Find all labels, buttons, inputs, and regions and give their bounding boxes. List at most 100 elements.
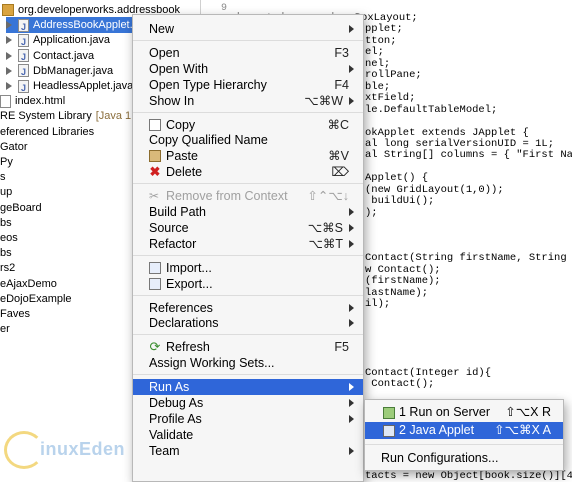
explorer-item-label: rs2 [0, 262, 16, 275]
menu-item-debug-as[interactable]: Debug As [133, 395, 363, 411]
menu-item-team[interactable]: Team [133, 443, 363, 459]
explorer-item[interactable]: Application.java [6, 32, 111, 50]
explorer-item-label: Contact.java [33, 49, 95, 62]
submenu-arrow-icon [349, 446, 354, 455]
submenu-item-1-run-on-server[interactable]: 1 Run on Server ⇧⌥X R [365, 404, 563, 421]
explorer-item-label: index.html [15, 95, 66, 108]
menu-item-assign-working-sets[interactable]: Assign Working Sets... [133, 355, 363, 371]
menu-item-open[interactable]: Open F3 [133, 45, 363, 61]
refresh-icon: ⟳ [149, 339, 161, 355]
menu-item-export[interactable]: Export... [133, 276, 363, 292]
submenu-item-2-java-applet[interactable]: 2 Java Applet ⇧⌥⌘X A [365, 422, 563, 439]
expand-twisty-icon[interactable] [6, 51, 12, 60]
submenu-arrow-icon [349, 223, 354, 232]
submenu-arrow-icon [349, 208, 354, 216]
menu-item-refactor[interactable]: Refactor ⌥⌘T [133, 236, 363, 252]
menu-item-label: Assign Working Sets... [149, 356, 275, 371]
menu-item-shortcut: ⇧⌃⌥↓ [307, 189, 349, 204]
explorer-item[interactable]: er [0, 321, 10, 337]
code-line: lastName); [365, 286, 429, 299]
explorer-item-label: RE System Library [0, 110, 92, 123]
explorer-item-label: bs [0, 247, 12, 260]
menu-item-references[interactable]: References [133, 300, 363, 316]
explorer-item[interactable]: Gator [0, 139, 28, 155]
menu-item-profile-as[interactable]: Profile As [133, 411, 363, 427]
expand-twisty-icon[interactable] [6, 36, 12, 45]
explorer-item[interactable]: bs [0, 215, 12, 231]
code-line: el; [365, 46, 384, 59]
explorer-item[interactable]: eos [0, 230, 18, 246]
menu-item-label: New [149, 22, 175, 36]
menu-item-delete[interactable]: ✖ Delete ⌦ [133, 164, 363, 180]
menu-item-label: Refactor [149, 236, 197, 251]
submenu-item-shortcut: ⇧⌥⌘X A [494, 423, 551, 437]
explorer-item[interactable]: HeadlessApplet.java [6, 78, 134, 96]
explorer-item-label: er [0, 323, 10, 336]
menu-separator [133, 254, 363, 256]
package-icon [2, 4, 14, 16]
menu-item-validate[interactable]: Validate [133, 427, 363, 443]
java-file-icon [18, 33, 29, 50]
remove-icon: ✂ [149, 189, 160, 204]
context-menu: New Open F3 Open With Open Type Hierarchy F4 S… [132, 14, 364, 482]
menu-item-open-type-hierarchy[interactable]: Open Type Hierarchy F4 [133, 77, 363, 93]
menu-item-import[interactable]: Import... [133, 260, 363, 276]
copy-icon [149, 118, 161, 131]
explorer-item[interactable]: Py [0, 154, 13, 170]
menu-item-copy-qualified-name[interactable]: Copy Qualified Name [133, 132, 363, 148]
run-as-submenu: 1 Run on Server ⇧⌥X R 2 Java Applet ⇧⌥⌘X A R… [364, 399, 564, 471]
submenu-item-label: 2 Java Applet [399, 423, 475, 437]
expand-twisty-icon[interactable] [6, 82, 12, 90]
explorer-item[interactable]: RE System Library [Java 1.6] [0, 108, 143, 124]
submenu-arrow-icon [349, 303, 354, 312]
code-line: tton; [365, 34, 397, 47]
explorer-item[interactable]: Contact.java [6, 48, 95, 65]
explorer-item[interactable]: geBoard [0, 200, 42, 216]
menu-item-paste[interactable]: Paste ⌘V [133, 148, 363, 164]
menu-item-source[interactable]: Source ⌥⌘S [133, 220, 363, 236]
menu-item-shortcut: ⌥⌘W [304, 93, 343, 108]
menu-item-shortcut: F5 [334, 340, 349, 355]
menu-item-new[interactable]: New [133, 21, 363, 37]
expand-twisty-icon[interactable] [6, 21, 12, 30]
menu-item-remove-from-context: ✂ Remove from Context ⇧⌃⌥↓ [133, 188, 363, 204]
expand-twisty-icon[interactable] [6, 66, 12, 75]
menu-item-label: Copy [166, 117, 196, 132]
explorer-item-label: HeadlessApplet.java [33, 80, 134, 92]
menu-item-refresh[interactable]: ⟳ Refresh F5 [133, 339, 363, 355]
submenu-item-shortcut: ⇧⌥X R [505, 405, 551, 419]
menu-item-label: Build Path [149, 205, 206, 219]
submenu-arrow-icon [349, 239, 354, 248]
menu-separator [133, 334, 363, 336]
menu-item-open-with[interactable]: Open With [133, 61, 363, 77]
menu-item-label: Remove from Context [166, 189, 288, 204]
explorer-item[interactable]: eferenced Libraries [0, 124, 94, 140]
explorer-item[interactable]: s [0, 169, 6, 185]
menu-item-shortcut: ⌦ [331, 165, 349, 180]
menu-item-run-as[interactable]: Run As [133, 379, 363, 396]
explorer-item[interactable]: DbManager.java [6, 63, 113, 80]
menu-item-copy[interactable]: Copy ⌘C [133, 117, 363, 133]
explorer-item[interactable]: eAjaxDemo [0, 276, 57, 292]
menu-item-label: Paste [166, 149, 198, 164]
submenu-arrow-icon [349, 399, 354, 407]
explorer-item-label: Application.java [33, 34, 111, 47]
menu-item-declarations[interactable]: Declarations [133, 315, 363, 331]
code-line: Contact(); [365, 378, 435, 391]
explorer-item[interactable]: Faves [0, 306, 30, 322]
menu-item-shortcut: ⌘V [328, 149, 349, 164]
submenu-item-run-configurations[interactable]: Run Configurations... [365, 450, 563, 467]
menu-item-show-in[interactable]: Show In ⌥⌘W [133, 93, 363, 109]
submenu-arrow-icon [349, 319, 354, 328]
server-icon [383, 407, 395, 419]
explorer-item[interactable]: bs [0, 245, 12, 261]
explorer-item[interactable]: up [0, 184, 12, 200]
export-icon [149, 277, 161, 290]
menu-separator [133, 111, 363, 113]
explorer-item[interactable]: rs2 [0, 260, 15, 276]
menu-item-shortcut: F3 [334, 45, 349, 60]
explorer-item[interactable]: index.html [0, 93, 65, 109]
menu-item-build-path[interactable]: Build Path [133, 204, 363, 220]
explorer-item[interactable]: eDojoExample [0, 291, 72, 307]
submenu-arrow-icon [349, 383, 354, 392]
